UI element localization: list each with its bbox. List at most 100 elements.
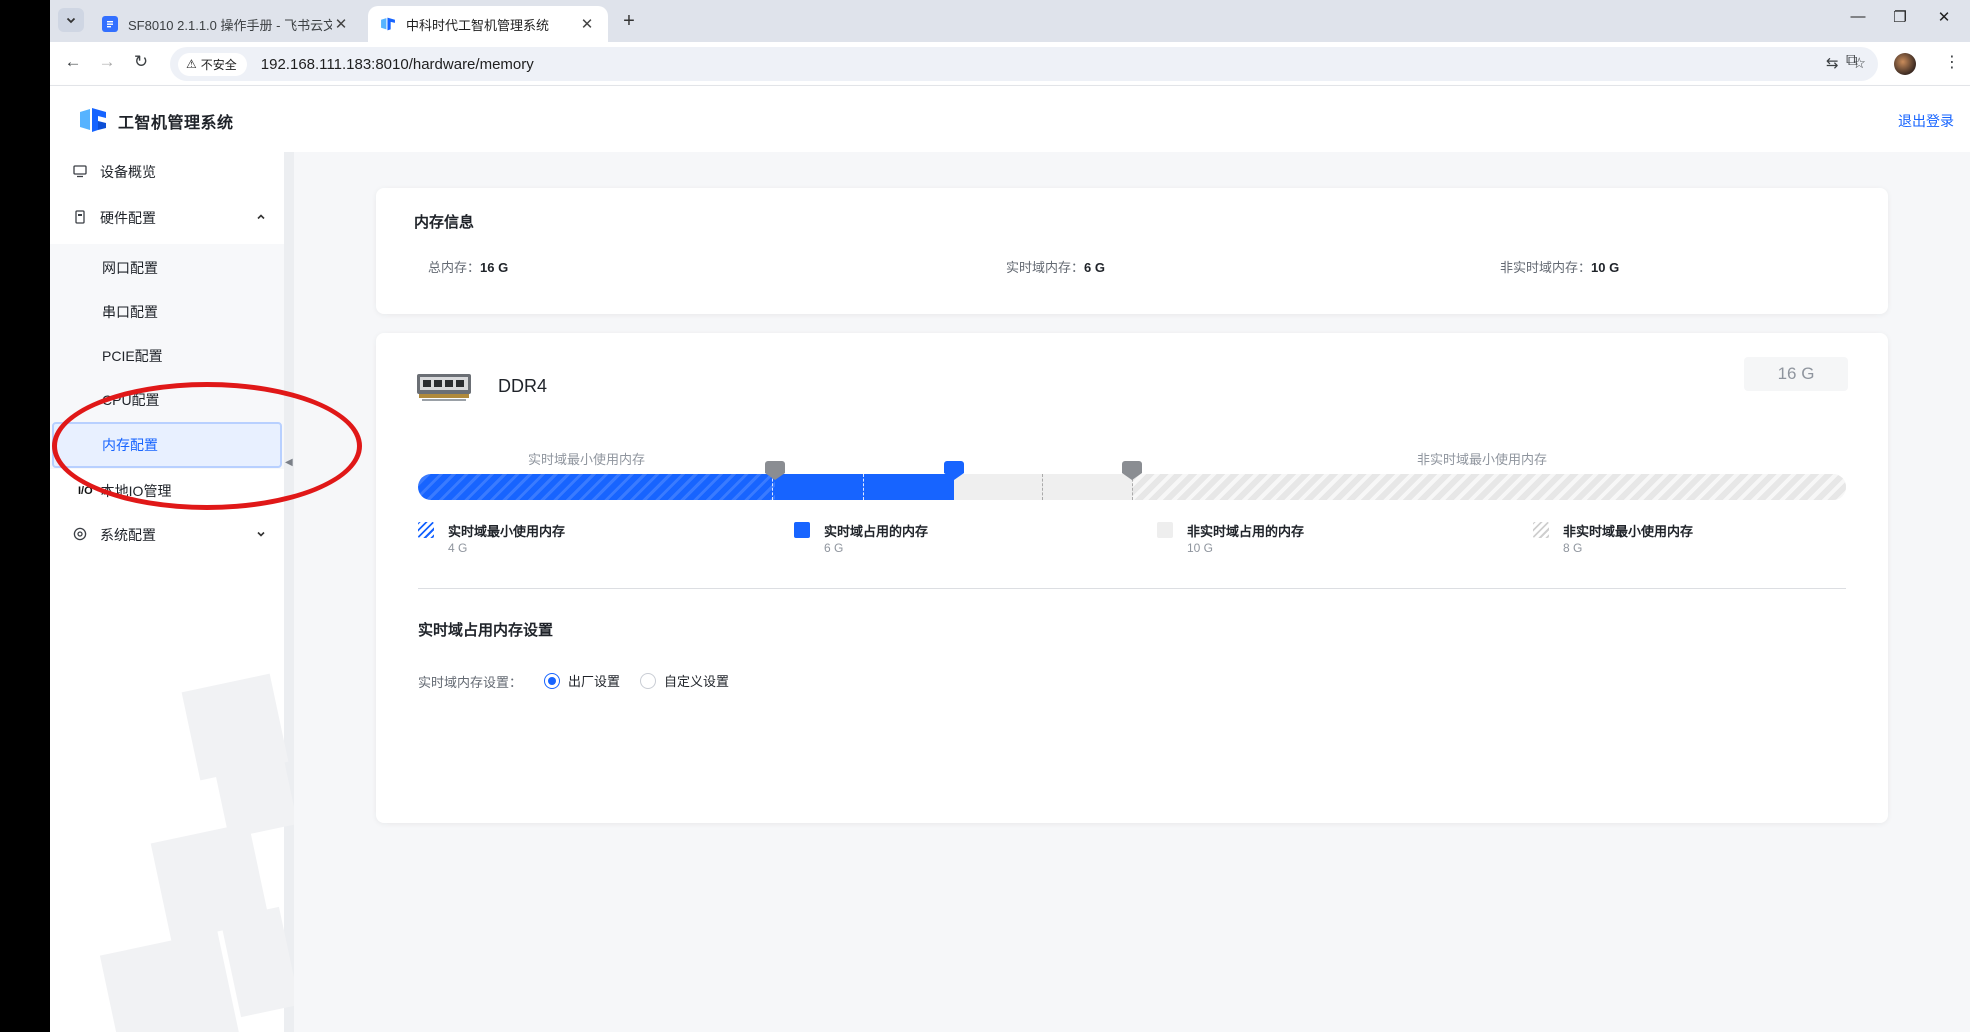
legend-name: 实时域占用的内存 <box>824 524 929 539</box>
memory-info-card: 内存信息 总内存：16 G 实时域内存：6 G 非实时域内存：10 G <box>376 188 1888 314</box>
legend-value: 6 G <box>824 541 844 555</box>
non-realtime-memory-value: 10 G <box>1591 260 1620 275</box>
radio-label: 出厂设置 <box>568 674 621 689</box>
legend-value: 8 G <box>1563 541 1583 555</box>
total-memory-value: 16 G <box>480 260 509 275</box>
sidebar-item-label: 系统配置 <box>100 527 156 543</box>
ddr-card: DDR4 16 G 实时域最小使用内存 非实时域最小使用内存 实时域最小使用内存 <box>376 333 1888 823</box>
monitor-icon <box>72 164 88 181</box>
section-divider <box>418 588 1846 589</box>
sidebar: 设备概览 硬件配置 网口配置 串口配置 PCIE配置 CPU配置 内存配置 I/… <box>50 152 294 1032</box>
sidebar-item-hardware[interactable]: 硬件配置 <box>50 198 284 238</box>
background-decoration <box>99 930 241 1032</box>
segment-nrt-min <box>1132 474 1846 500</box>
rt-setting-label: 实时域内存设置： <box>418 675 523 690</box>
memory-module-icon <box>417 374 471 401</box>
warning-icon: ⚠ <box>186 57 197 71</box>
close-tab-icon[interactable]: ✕ <box>332 15 350 33</box>
translate-icon[interactable]: ⇆ <box>1826 54 1839 72</box>
segment-rt-min <box>418 474 775 500</box>
legend-name: 实时域最小使用内存 <box>448 524 566 539</box>
main-content: 内存信息 总内存：16 G 实时域内存：6 G 非实时域内存：10 G DDR4… <box>294 152 1970 1032</box>
radio-label: 自定义设置 <box>664 674 730 689</box>
segment-rt-used <box>775 474 954 500</box>
back-arrow-icon[interactable]: ← <box>60 52 86 72</box>
legend-swatch <box>418 522 434 538</box>
ddr-type: DDR4 <box>498 376 548 396</box>
logout-link[interactable]: 退出登录 <box>1898 111 1954 131</box>
legend-name: 非实时域占用的内存 <box>1187 524 1305 539</box>
non-realtime-memory-label: 非实时域内存： <box>1500 260 1592 275</box>
tab-strip: SF8010 2.1.1.0 操作手册 - 飞书云文档 ✕ 中科时代工智机管理系… <box>50 0 1970 42</box>
app-logo-icon <box>80 108 106 132</box>
realtime-memory: 实时域内存：6 G <box>1006 257 1105 276</box>
more-menu-icon[interactable]: ⋮ <box>1944 52 1960 72</box>
window-close-icon[interactable]: ✕ <box>1924 8 1964 26</box>
rt-used-marker-icon[interactable] <box>944 461 964 480</box>
annotation-highlight-circle <box>52 382 362 510</box>
security-chip[interactable]: ⚠ 不安全 <box>178 52 247 76</box>
rt-min-caption: 实时域最小使用内存 <box>528 452 646 467</box>
url-text: 192.168.111.183:8010/hardware/memory <box>260 55 534 73</box>
tab-feishu-doc[interactable]: SF8010 2.1.1.0 操作手册 - 飞书云文档 ✕ <box>90 6 362 42</box>
sidebar-item-overview[interactable]: 设备概览 <box>50 152 284 192</box>
sidebar-item-pcie[interactable]: PCIE配置 <box>50 336 284 376</box>
app-header: 工智机管理系统 退出登录 <box>50 86 1970 152</box>
radio-checked-icon <box>544 672 560 689</box>
nrt-min-marker-icon[interactable] <box>1122 461 1142 480</box>
security-label: 不安全 <box>200 57 237 72</box>
radio-custom-setting[interactable]: 自定义设置 <box>640 671 729 690</box>
screen-edge <box>0 0 50 1032</box>
legend-swatch <box>1157 522 1173 538</box>
address-bar[interactable]: ⚠ 不安全 192.168.111.183:8010/hardware/memo… <box>170 47 1878 81</box>
background-decoration <box>212 745 294 839</box>
sidebar-item-label: 设备概览 <box>100 164 156 180</box>
minimize-icon[interactable]: — <box>1838 8 1878 25</box>
memory-info-title: 内存信息 <box>414 214 475 231</box>
browser-toolbar: ← → ↻ ⚠ 不安全 192.168.111.183:8010/hardwar… <box>50 42 1970 86</box>
forward-arrow-icon[interactable]: → <box>94 52 120 72</box>
segment-nrt-used <box>954 474 1132 500</box>
realtime-memory-label: 实时域内存： <box>1006 260 1085 275</box>
bar-divider <box>1042 474 1043 500</box>
legend-value: 4 G <box>448 541 468 555</box>
hardware-icon <box>72 209 88 227</box>
total-memory-label: 总内存： <box>428 260 481 275</box>
profile-avatar[interactable] <box>1894 53 1916 75</box>
sidebar-scroll-track[interactable] <box>284 152 294 1032</box>
sidebar-item-label: 硬件配置 <box>100 210 156 226</box>
bar-divider <box>863 474 864 500</box>
tab-search-button[interactable] <box>58 8 84 32</box>
legend-swatch <box>1533 522 1549 538</box>
app-logo-icon <box>380 16 396 32</box>
chevron-down-icon <box>256 528 266 542</box>
tab-title: 中科时代工智机管理系统 <box>406 17 550 33</box>
tab-management-system[interactable]: 中科时代工智机管理系统 ✕ <box>368 6 608 42</box>
new-tab-button[interactable]: + <box>618 10 640 33</box>
total-memory: 总内存：16 G <box>428 257 508 276</box>
legend-name: 非实时域最小使用内存 <box>1563 524 1694 539</box>
chevron-up-icon <box>256 211 266 225</box>
sidebar-item-network[interactable]: 网口配置 <box>50 248 284 288</box>
radio-factory-setting[interactable]: 出厂设置 <box>544 671 620 690</box>
extensions-icon[interactable]: ⧉ <box>1846 52 1857 70</box>
chevron-down-icon <box>66 17 76 24</box>
rt-setting-title: 实时域占用内存设置 <box>418 622 554 639</box>
tab-title: SF8010 2.1.1.0 操作手册 - 飞书云文档 <box>128 17 332 33</box>
browser-window: SF8010 2.1.1.0 操作手册 - 飞书云文档 ✕ 中科时代工智机管理系… <box>50 0 1970 1032</box>
reload-icon[interactable]: ↻ <box>128 52 154 72</box>
nrt-min-caption: 非实时域最小使用内存 <box>1417 452 1548 467</box>
restore-icon[interactable]: ❐ <box>1880 8 1920 26</box>
close-tab-icon[interactable]: ✕ <box>578 15 596 33</box>
legend-value: 10 G <box>1187 541 1214 555</box>
doc-icon <box>102 16 118 32</box>
rt-min-marker-icon[interactable] <box>765 461 785 480</box>
sidebar-item-serial[interactable]: 串口配置 <box>50 292 284 332</box>
total-capacity-badge: 16 G <box>1744 357 1848 391</box>
realtime-memory-value: 6 G <box>1084 260 1105 275</box>
app-title: 工智机管理系统 <box>118 115 234 132</box>
legend-swatch <box>794 522 810 538</box>
non-realtime-memory: 非实时域内存：10 G <box>1500 257 1619 276</box>
radio-unchecked-icon <box>640 672 656 689</box>
sidebar-item-system[interactable]: 系统配置 <box>50 515 284 555</box>
